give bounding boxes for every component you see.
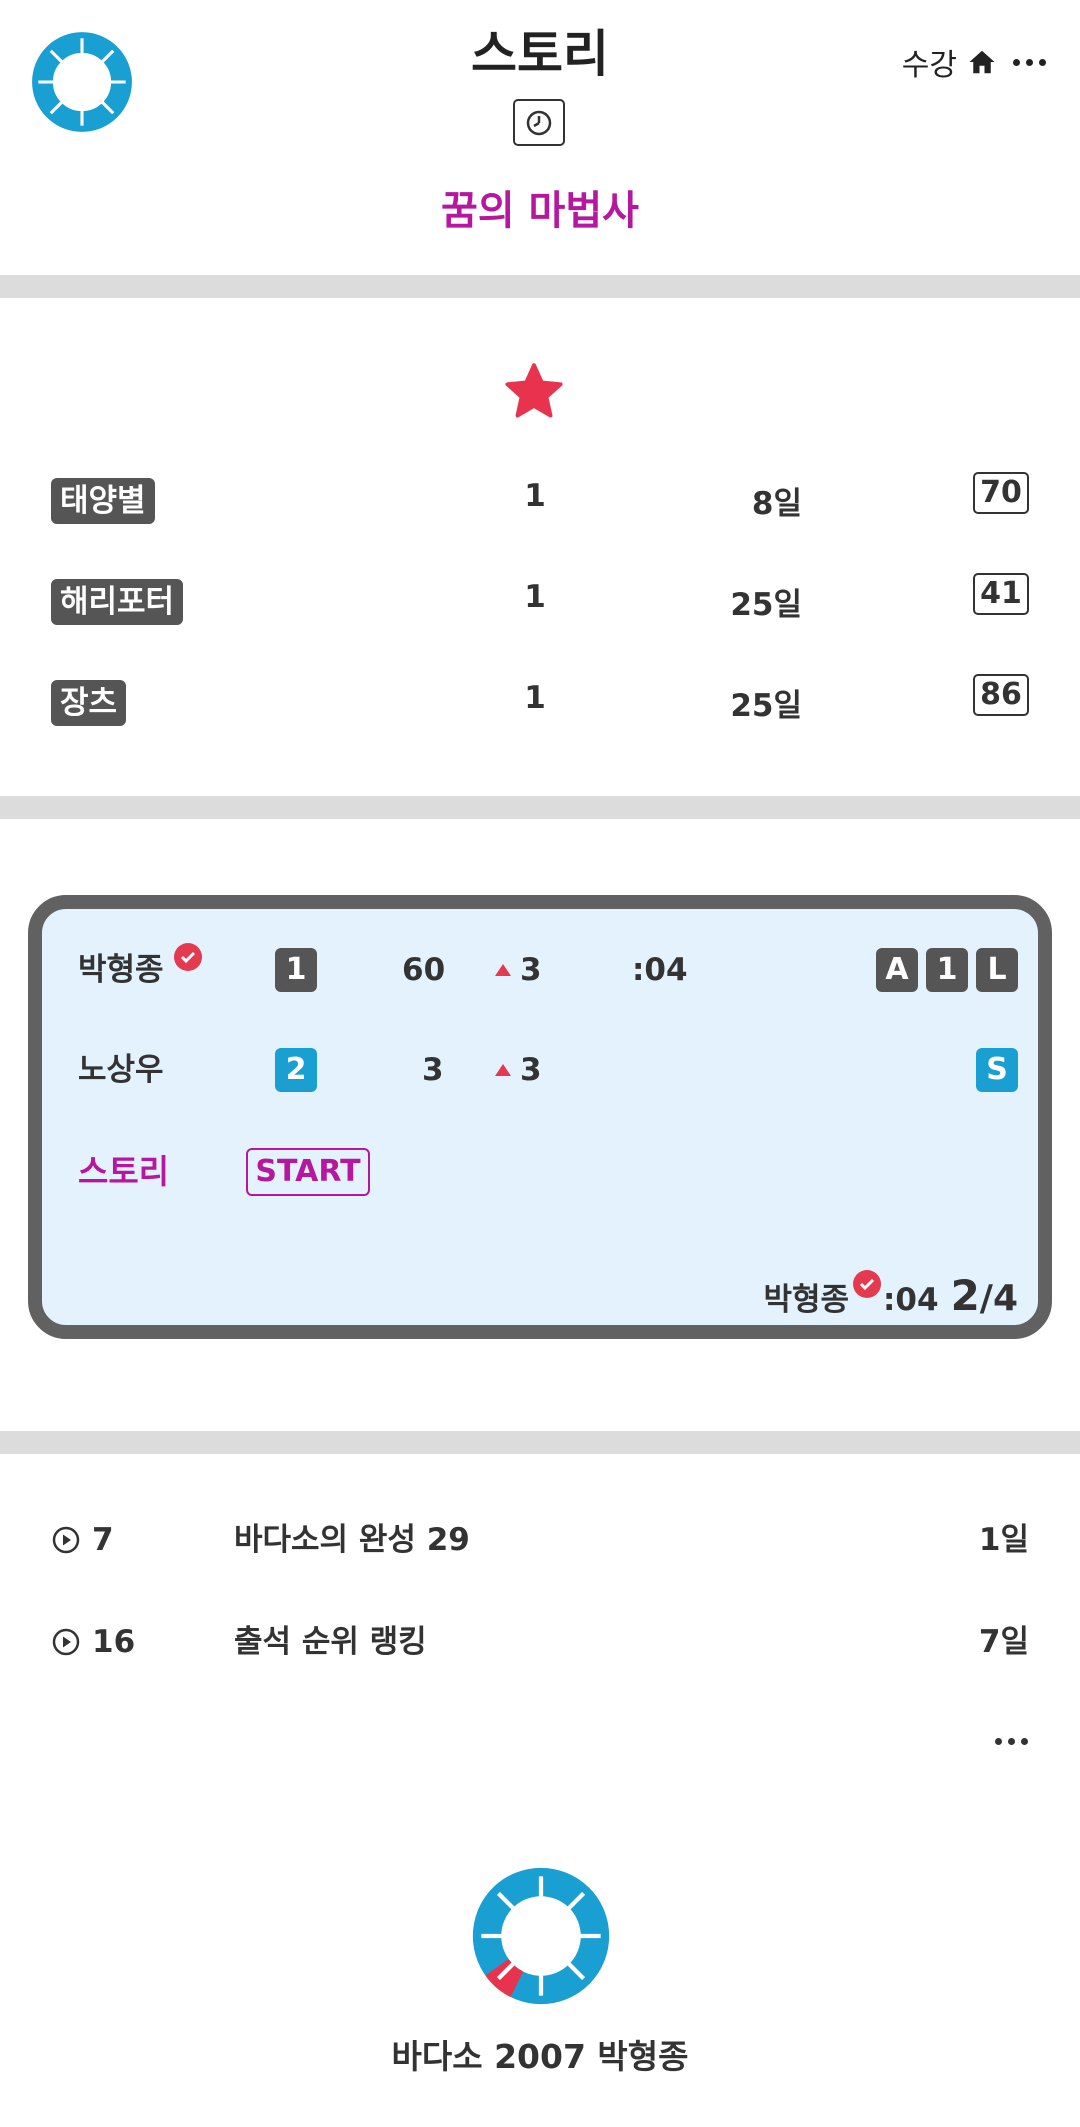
ranking-name: 해리포터 [51,579,184,625]
footer-caption: 바다소 2007 박형종 [391,2037,689,2076]
progress-total: /4 [979,1278,1018,1319]
play-circle-icon [52,1526,80,1554]
ranking-score: 86 [973,674,1029,716]
check-badge-icon [853,1270,882,1298]
section-divider [0,1431,1080,1454]
enroll-link[interactable]: 수강 [902,40,957,84]
level-chip: L [976,948,1018,992]
level-chip: A [876,948,918,992]
home-icon[interactable] [967,47,997,77]
triangle-up-icon [495,964,511,976]
triangle-up-icon [495,1064,511,1076]
footer-time: :04 [883,1282,939,1318]
section-divider [0,275,1080,298]
ranking-days: 8일 [751,486,802,522]
board-footer: 박형종 :04 2 /4 [763,1270,1018,1320]
ranking-row[interactable]: 해리포터 1 25일 41 [0,573,1080,633]
rank-chip: 1 [275,948,317,992]
list-number: 16 [92,1624,136,1660]
player-name: 노상우 [78,1052,164,1088]
ring-logo-icon [472,1867,610,2005]
ranking-count: 1 [524,680,546,716]
more-icon[interactable] [995,1738,1028,1745]
study-board-card[interactable]: 박형종 1 60 3 :04 A 1 L 노상우 2 3 3 S 스토리 STA… [28,895,1052,1339]
ranking-days: 25일 [730,688,802,724]
list-item[interactable]: 7 바다소의 완성 29 1일 [0,1515,1080,1565]
section-divider [0,796,1080,819]
score-change: 3 [520,952,542,988]
progress-current: 2 [950,1271,980,1320]
ranking-row[interactable]: 장츠 1 25일 86 [0,674,1080,734]
footer-name: 박형종 [763,1282,850,1318]
list-days: 7일 [978,1624,1029,1660]
check-badge-icon [174,943,202,971]
ranking-name: 태양별 [51,478,155,524]
ranking-count: 1 [524,579,546,615]
play-circle-icon [52,1628,80,1656]
lesson-title[interactable]: 꿈의 마법사 [0,178,1080,236]
level-chip: 1 [926,948,968,992]
board-row-player2[interactable]: 노상우 2 3 3 S [42,1045,1038,1095]
header-actions: 수강 [902,40,1046,84]
list-title: 바다소의 완성 29 [234,1522,470,1558]
player-score: 60 [402,952,446,988]
ranking-days: 25일 [730,587,802,623]
list-title: 출석 순위 랭킹 [234,1624,427,1660]
board-row-player1[interactable]: 박형종 1 60 3 :04 A 1 L [42,943,1038,995]
ranking-score: 70 [973,472,1029,514]
star-icon [505,363,563,418]
story-label: 스토리 [78,1152,170,1191]
player-name: 박형종 [78,952,164,988]
list-item[interactable]: 16 출석 순위 랭킹 7일 [0,1617,1080,1667]
ranking-row[interactable]: 태양별 1 8일 70 [0,472,1080,532]
start-button[interactable]: START [246,1148,370,1196]
level-chip: S [976,1048,1018,1092]
ranking-count: 1 [524,478,546,514]
player-score: 3 [422,1052,444,1088]
ranking-name: 장츠 [51,680,127,726]
ranking-score: 41 [973,573,1029,615]
list-number: 7 [92,1522,114,1558]
list-days: 1일 [978,1522,1029,1558]
player-time: :04 [632,952,688,988]
board-row-story: 스토리 START [42,1147,1038,1197]
rank-chip: 2 [275,1048,317,1092]
score-change: 3 [520,1052,542,1088]
more-icon[interactable] [1013,58,1046,66]
history-button[interactable] [513,99,565,146]
clock-icon [526,110,552,135]
